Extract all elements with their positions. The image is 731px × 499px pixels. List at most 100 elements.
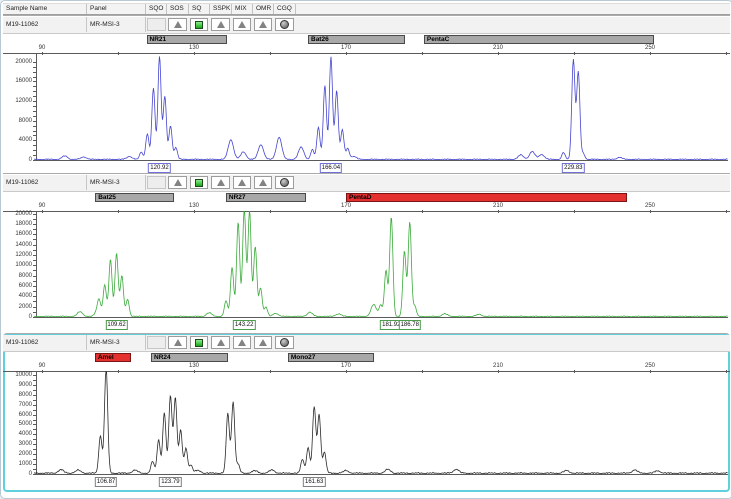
ruler-tick-label: 210 (493, 45, 503, 51)
header-col-sample-name: Sample Name (3, 4, 87, 14)
peak-size-label[interactable]: 106.87 (95, 477, 117, 487)
x-baseline (36, 474, 728, 475)
marker-label: Mono27 (291, 354, 316, 361)
ruler-tick-label: 210 (493, 203, 503, 209)
ruler-tick-label: 130 (189, 363, 199, 369)
x-baseline (36, 317, 728, 318)
peak-label-row: 120.92 166.04 229.83 (3, 162, 730, 173)
flag-sq[interactable] (190, 176, 208, 189)
peak-size-label[interactable]: 120.92 (148, 163, 170, 173)
peak-size-label[interactable]: 229.83 (562, 163, 584, 173)
electropherogram-plot[interactable]: 1000090008000700060005000400030002000100… (3, 371, 730, 474)
y-axis-tick (33, 474, 36, 475)
peak-label-row: 106.87 123.79 161.63 (3, 476, 730, 487)
marker-bar-pentac[interactable]: PentaC (424, 35, 654, 44)
sqo-flag-cell[interactable] (147, 336, 166, 349)
sample-info-row: M19-11062MR-MSI-3 (3, 335, 730, 352)
flag-mix[interactable] (233, 336, 251, 349)
ruler-tick-label: 250 (645, 203, 655, 209)
warning-triangle-icon (259, 339, 267, 346)
marker-label: PentaD (349, 194, 371, 201)
peak-size-label[interactable]: 166.04 (320, 163, 342, 173)
flag-omr[interactable] (254, 336, 272, 349)
warning-triangle-icon (238, 21, 246, 28)
y-axis-tick (33, 317, 36, 318)
marker-label: NR27 (229, 194, 246, 201)
marker-label: Bat25 (98, 194, 116, 201)
flag-sos[interactable] (168, 176, 187, 189)
flag-mix[interactable] (233, 176, 251, 189)
flag-cgq[interactable] (275, 176, 294, 189)
marker-label: Bat26 (311, 36, 329, 43)
header-col-sos: SOS (167, 4, 189, 14)
ruler-tick-label: 250 (645, 45, 655, 51)
sqo-flag-cell[interactable] (147, 176, 166, 189)
marker-bar-row: Amel NR24 Mono27 (3, 353, 730, 363)
marker-bar-nr27[interactable]: NR27 (226, 193, 306, 202)
flag-omr[interactable] (254, 176, 272, 189)
header-col-sq: SQ (189, 4, 210, 14)
marker-bar-pentad[interactable]: PentaD (346, 193, 627, 202)
peak-size-label[interactable]: 161.63 (303, 477, 325, 487)
marker-bar-mono27[interactable]: Mono27 (288, 353, 374, 362)
ruler-tick-label: 90 (39, 203, 46, 209)
warning-triangle-icon (238, 339, 246, 346)
electropherogram-plot[interactable]: 200001600012000800040000 (3, 53, 730, 160)
column-header-row: Sample NamePanelSQOSOSSQSSPKMIXOMRCGQ (3, 3, 730, 15)
marker-bar-bat26[interactable]: Bat26 (308, 35, 405, 44)
sqo-flag-cell[interactable] (147, 18, 166, 31)
warning-triangle-icon (217, 339, 225, 346)
genotyping-samples-plot-window: Sample NamePanelSQOSOSSQSSPKMIXOMRCGQ M1… (0, 0, 731, 499)
marker-label: NR21 (150, 36, 167, 43)
dye-trace (3, 53, 730, 160)
marker-bar-row: NR21 Bat26 PentaC (3, 35, 730, 45)
peak-size-label[interactable]: 143.22 (233, 320, 255, 330)
flag-sq[interactable] (190, 18, 208, 31)
header-col-sqo: SQO (146, 4, 167, 14)
panel-name-cell: MR-MSI-3 (87, 175, 146, 190)
flag-sspk[interactable] (211, 176, 230, 189)
ruler-tick-label: 90 (39, 45, 46, 51)
marker-bar-bat25[interactable]: Bat25 (95, 193, 174, 202)
flag-cgq[interactable] (275, 336, 294, 349)
marker-bar-nr24[interactable]: NR24 (151, 353, 228, 362)
warning-triangle-icon (174, 339, 182, 346)
sample-name-cell: M19-11062 (3, 175, 87, 190)
sample-info-row: M19-11062MR-MSI-3 (3, 175, 730, 192)
warning-triangle-icon (259, 21, 267, 28)
flag-cgq[interactable] (275, 18, 294, 31)
peak-size-label[interactable]: 109.62 (105, 320, 127, 330)
sample-name-cell: M19-11062 (3, 17, 87, 32)
peak-size-label[interactable]: 186.78 (399, 320, 421, 330)
header-col-omr: OMR (253, 4, 274, 14)
marker-label: PentaC (427, 36, 449, 43)
sample-plot-panel[interactable]: M19-11062MR-MSI-3Bat25NR27PentaD90130170… (3, 173, 730, 332)
sample-plot-panel[interactable]: M19-11062MR-MSI-3 NR21 Bat26 PentaC 90 130 170… (3, 15, 730, 174)
sample-plot-panel[interactable]: M19-11062MR-MSI-3AmelNR24Mono27901301702… (3, 333, 730, 492)
flag-sspk[interactable] (211, 336, 230, 349)
marker-bar-row: Bat25 NR27 PentaD (3, 193, 730, 203)
sample-info-row: M19-11062MR-MSI-3 (3, 17, 730, 34)
electropherogram-plot[interactable]: 2000018000160001400012000100008000600040… (3, 211, 730, 317)
peak-size-label[interactable]: 123.79 (159, 477, 181, 487)
ruler-tick-label: 130 (189, 45, 199, 51)
ruler-tick-label: 170 (341, 203, 351, 209)
flag-sos[interactable] (168, 18, 187, 31)
header-col-sspk: SSPK (210, 4, 232, 14)
warning-triangle-icon (217, 21, 225, 28)
ruler-tick-label: 170 (341, 45, 351, 51)
marker-bar-amel[interactable]: Amel (95, 353, 131, 362)
marker-bar-nr21[interactable]: NR21 (147, 35, 228, 44)
header-col-panel: Panel (87, 4, 146, 14)
panel-name-cell: MR-MSI-3 (87, 335, 146, 350)
flag-sq[interactable] (190, 336, 208, 349)
dye-trace (3, 211, 730, 317)
header-col-mix: MIX (232, 4, 253, 14)
flag-sos[interactable] (168, 336, 187, 349)
peak-label-row: 109.62143.22181.92186.78 (3, 319, 730, 330)
ruler-tick-label: 90 (39, 363, 46, 369)
flag-sspk[interactable] (211, 18, 230, 31)
flag-mix[interactable] (233, 18, 251, 31)
warning-triangle-icon (174, 21, 182, 28)
flag-omr[interactable] (254, 18, 272, 31)
